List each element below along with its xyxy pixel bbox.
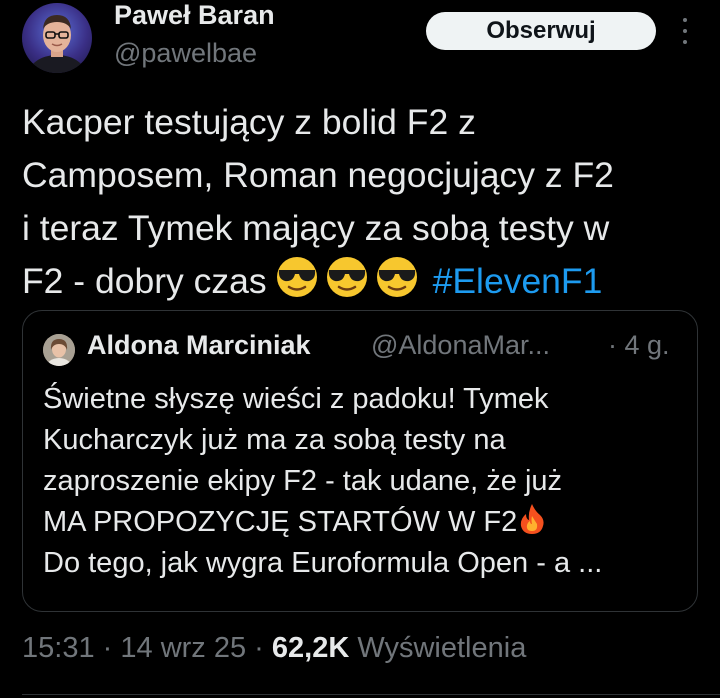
quoted-text-line-with-emoji: MA PROPOZYCJĘ STARTÓW W F2 — [43, 502, 683, 543]
author-display-name[interactable]: Paweł Baran — [114, 0, 275, 31]
divider — [22, 694, 720, 695]
quoted-tweet-time[interactable]: · 4 g. — [608, 330, 670, 361]
sunglasses-face-emoji-icon — [276, 257, 317, 297]
tweet-time[interactable]: 15:31 — [22, 632, 95, 664]
quoted-tweet-card[interactable]: Aldona Marciniak @AldonaMar... · 4 g. Św… — [22, 310, 698, 612]
fire-emoji-icon — [521, 504, 544, 534]
follow-button[interactable]: Obserwuj — [426, 12, 656, 50]
tweet-text-fragment: F2 - dobry czas — [22, 261, 267, 301]
tweet-text-line: Camposem, Roman negocjujący z F2 — [22, 155, 614, 195]
tweet-text-line: i teraz Tymek mający za sobą testy w — [22, 208, 610, 248]
tweet-text: Kacper testujący z bolid F2 z Camposem, … — [22, 96, 712, 308]
quoted-tweet-text: Świetne słyszę wieści z padoku! Tymek Ku… — [43, 379, 683, 584]
avatar-photo-icon — [27, 15, 87, 73]
quoted-text-line: Świetne słyszę wieści z padoku! Tymek — [43, 383, 549, 415]
tweet-text-line: Kacper testujący z bolid F2 z — [22, 102, 476, 142]
tweet-text-line-last: F2 - dobry czas #ElevenF1 — [22, 255, 712, 308]
tweet-date[interactable]: 14 wrz 25 — [120, 632, 246, 664]
quoted-text-line: Kucharczyk już ma za sobą testy na — [43, 424, 506, 456]
meta-separator: · — [102, 632, 113, 664]
quoted-text-fragment: MA PROPOZYCJĘ STARTÓW W F2 — [43, 506, 518, 538]
emoji-group — [273, 255, 421, 299]
tweet-meta: 15:31 · 14 wrz 25 · 62,2K Wyświetlenia — [22, 632, 526, 665]
quoted-text-line: zaproszenie ekipy F2 - tak udane, że już — [43, 465, 563, 497]
sunglasses-face-emoji-icon — [326, 257, 367, 297]
more-vertical-icon[interactable] — [674, 18, 696, 44]
views-label[interactable]: Wyświetlenia — [357, 632, 526, 664]
author-avatar[interactable] — [22, 3, 92, 73]
views-count[interactable]: 62,2K — [272, 632, 349, 664]
sunglasses-face-emoji-icon — [376, 257, 417, 297]
quoted-author-avatar[interactable] — [43, 334, 75, 366]
meta-separator: · — [254, 632, 264, 664]
quoted-author-handle[interactable]: @AldonaMar... — [371, 330, 550, 361]
quoted-text-line: Do tego, jak wygra Euroformula Open - a … — [43, 547, 603, 579]
hashtag-link[interactable]: #ElevenF1 — [433, 261, 603, 301]
quoted-author-name[interactable]: Aldona Marciniak — [87, 330, 311, 361]
avatar-photo-icon — [43, 334, 75, 366]
tweet-detail: Paweł Baran @pawelbae Obserwuj Kacper te… — [0, 0, 720, 698]
author-handle[interactable]: @pawelbae — [114, 38, 257, 69]
